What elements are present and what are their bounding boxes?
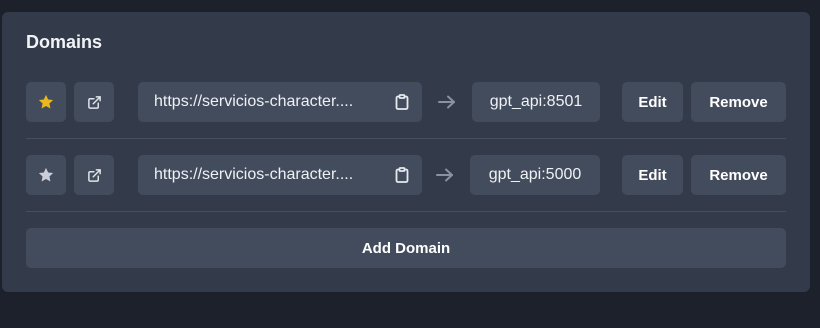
divider [26, 211, 786, 212]
target-field[interactable]: gpt_api:5000 [470, 155, 600, 195]
open-link-button[interactable] [74, 82, 114, 122]
clipboard-icon[interactable] [394, 167, 410, 183]
clipboard-icon[interactable] [394, 94, 410, 110]
arrow-right-icon [437, 92, 457, 112]
remove-button[interactable]: Remove [691, 155, 786, 195]
edit-button[interactable]: Edit [622, 82, 683, 122]
domain-row: https://servicios-character.... gpt_api:… [26, 155, 786, 195]
star-icon [38, 94, 54, 109]
domain-row: https://servicios-character.... gpt_api:… [26, 82, 786, 122]
section-title: Domains [26, 32, 103, 52]
open-link-button[interactable] [74, 155, 114, 195]
external-link-icon [87, 95, 101, 109]
favorite-button[interactable] [26, 82, 66, 122]
domain-url-field[interactable]: https://servicios-character.... [138, 82, 422, 122]
remove-button[interactable]: Remove [691, 82, 786, 122]
arrow-right-icon [435, 165, 455, 185]
domain-url-field[interactable]: https://servicios-character.... [138, 155, 422, 195]
divider [26, 138, 786, 139]
target-field[interactable]: gpt_api:8501 [472, 82, 600, 122]
external-link-icon [87, 168, 101, 182]
star-icon [38, 167, 54, 182]
domain-url: https://servicios-character.... [154, 166, 354, 183]
domains-card: Domains https://servicios-character.... [2, 12, 810, 292]
domain-url: https://servicios-character.... [154, 93, 354, 110]
edit-button[interactable]: Edit [622, 155, 683, 195]
add-domain-button[interactable]: Add Domain [26, 228, 786, 268]
favorite-button[interactable] [26, 155, 66, 195]
